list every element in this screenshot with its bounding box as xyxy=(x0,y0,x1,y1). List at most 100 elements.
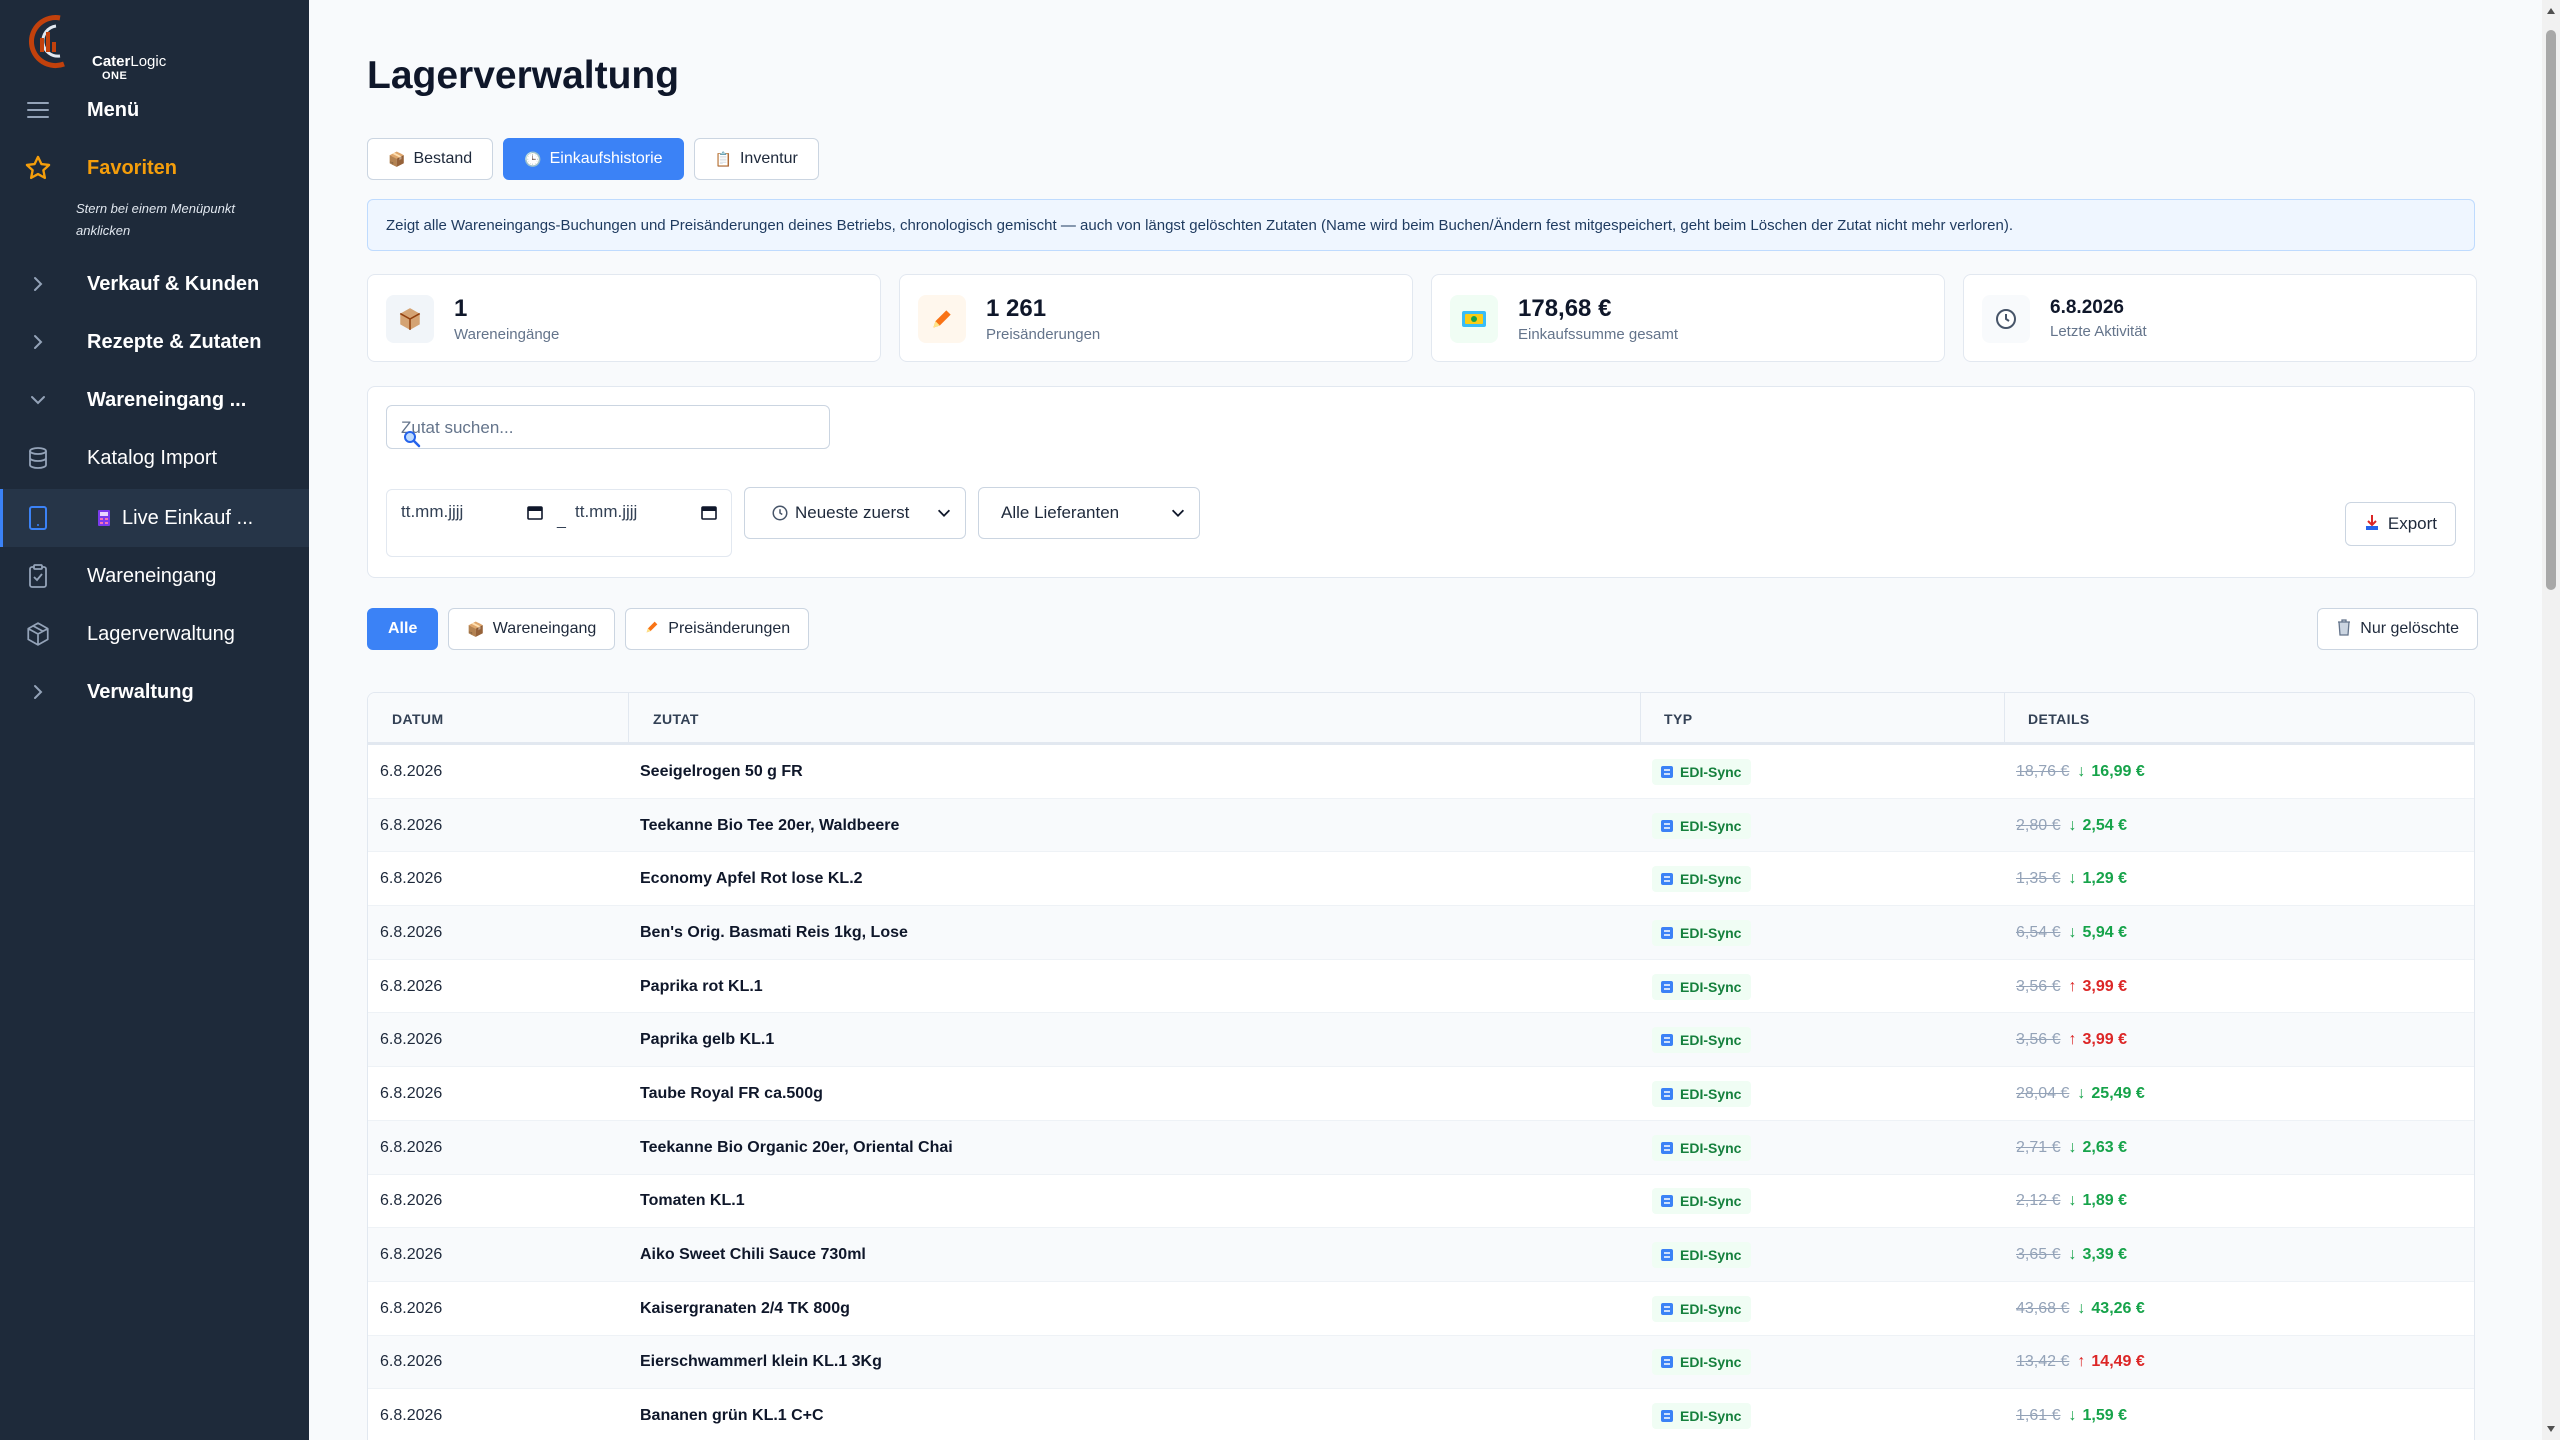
cell-type: EDI-Sync xyxy=(1652,1389,1752,1440)
cell-ingredient: Tomaten KL.1 xyxy=(640,1192,745,1210)
cell-ingredient: Teekanne Bio Organic 20er, Oriental Chai xyxy=(640,1138,953,1156)
type-badge-label: EDI-Sync xyxy=(1680,763,1742,780)
table-row[interactable]: 6.8.2026 Teekanne Bio Organic 20er, Orien… xyxy=(368,1120,2474,1175)
price-arrow-icon: ↓ xyxy=(2068,1192,2077,1210)
tab-inventur[interactable]: 📋 Inventur xyxy=(693,138,819,180)
hamburger-icon xyxy=(24,96,52,124)
cell-ingredient: Paprika gelb KL.1 xyxy=(640,1031,775,1049)
export-button[interactable]: Export xyxy=(2344,502,2456,546)
cell-type: EDI-Sync xyxy=(1652,1175,1752,1229)
table-row[interactable]: 6.8.2026 Paprika gelb KL.1 EDI-Sync 3,56 € ↑… xyxy=(368,1013,2474,1068)
price-arrow-icon: ↓ xyxy=(2068,870,2077,888)
sidebar-item-katalog-import[interactable]: Katalog Import xyxy=(0,429,309,487)
chip-alle[interactable]: Alle xyxy=(367,608,439,650)
old-price: 1,35 € xyxy=(2016,870,2061,888)
table-row[interactable]: 6.8.2026 Paprika rot KL.1 EDI-Sync 3,56 € ↑ 3… xyxy=(368,960,2474,1014)
sidebar-item-verwaltung[interactable]: Verwaltung xyxy=(0,663,309,721)
date-to-input[interactable]: tt.mm.jjjj xyxy=(575,502,637,522)
new-price: 3,99 € xyxy=(2082,1031,2127,1049)
cell-details: 3,65 € ↓ 3,39 € xyxy=(2016,1228,2127,1282)
column-header-typ[interactable]: TYP xyxy=(1664,693,1692,745)
column-header-details[interactable]: DETAILS xyxy=(2028,693,2090,745)
register-icon xyxy=(95,504,113,532)
type-badge: EDI-Sync xyxy=(1652,758,1752,785)
sidebar-item-favorites[interactable]: Favoriten xyxy=(0,139,309,197)
sidebar-item-verkauf[interactable]: Verkauf & Kunden xyxy=(0,255,309,313)
column-divider xyxy=(2004,693,2005,745)
sort-select-value: Neueste zuerst xyxy=(795,503,910,522)
clipboard-icon: 📋 xyxy=(714,150,732,167)
pencil-icon xyxy=(918,295,966,343)
table-row[interactable]: 6.8.2026 Seeigelrogen 50 g FR EDI-Sync 18,7… xyxy=(368,745,2474,799)
tab-bestand[interactable]: 📦 Bestand xyxy=(367,138,494,180)
table-row[interactable]: 6.8.2026 Economy Apfel Rot lose KL.2 EDI-S… xyxy=(368,852,2474,907)
cell-details: 13,42 € ↑ 14,49 € xyxy=(2016,1336,2145,1390)
scroll-down-icon[interactable] xyxy=(2546,1424,2556,1434)
cell-ingredient: Taube Royal FR ca.500g xyxy=(640,1084,823,1102)
date-separator: _ xyxy=(557,512,566,529)
column-header-datum[interactable]: DATUM xyxy=(392,693,444,745)
box-icon xyxy=(24,620,52,648)
supplier-select[interactable]: Alle Lieferanten xyxy=(978,487,1200,539)
new-price: 43,26 € xyxy=(2091,1299,2145,1317)
date-range: tt.mm.jjjj _ tt.mm.jjjj xyxy=(386,489,732,557)
table-row[interactable]: 6.8.2026 Ben's Orig. Basmati Reis 1kg, Lo… xyxy=(368,906,2474,960)
column-header-zutat[interactable]: ZUTAT xyxy=(653,693,699,745)
table-row[interactable]: 6.8.2026 Teekanne Bio Tee 20er, Waldbeere… xyxy=(368,798,2474,853)
sort-select[interactable]: Neueste zuerst xyxy=(744,487,966,539)
cell-type: EDI-Sync xyxy=(1652,1121,1752,1175)
sidebar-item-rezepte[interactable]: Rezepte & Zutaten xyxy=(0,313,309,371)
sidebar-item-label: Katalog Import xyxy=(87,446,218,469)
cell-date: 6.8.2026 xyxy=(380,1084,443,1102)
table-row[interactable]: 6.8.2026 Eierschwammerl klein KL.1 3Kg EDI… xyxy=(368,1335,2474,1390)
table-row[interactable]: 6.8.2026 Taube Royal FR ca.500g EDI-Sync 28… xyxy=(368,1067,2474,1121)
cell-details: 2,12 € ↓ 1,89 € xyxy=(2016,1175,2127,1229)
table-row[interactable]: 6.8.2026 Bananen grün KL.1 C+C EDI-Sync 1,6… xyxy=(368,1389,2474,1440)
price-arrow-icon: ↓ xyxy=(2077,1084,2086,1102)
tab-einkaufshistorie[interactable]: 🕒 Einkaufshistorie xyxy=(503,138,684,180)
cell-ingredient: Kaisergranaten 2/4 TK 800g xyxy=(640,1299,850,1317)
sidebar-item-live-einkauf[interactable]: Live Einkauf ... xyxy=(0,489,309,547)
page-scrollbar[interactable] xyxy=(2542,0,2560,1440)
sync-icon xyxy=(1661,1302,1673,1315)
table-row[interactable]: 6.8.2026 Tomaten KL.1 EDI-Sync 2,12 € ↓ 1,89 … xyxy=(368,1175,2474,1229)
search-input[interactable]: Zutat suchen... xyxy=(386,405,830,449)
sidebar-item-lagerverwaltung[interactable]: Lagerverwaltung xyxy=(0,605,309,663)
tab-label: Inventur xyxy=(739,150,798,167)
chip-wareneingang[interactable]: 📦 Wareneingang xyxy=(448,608,616,650)
table-row[interactable]: 6.8.2026 Kaisergranaten 2/4 TK 800g EDI-Sy… xyxy=(368,1282,2474,1336)
chip-preisaenderungen[interactable]: Preisänderungen xyxy=(625,608,810,650)
calendar-icon[interactable] xyxy=(527,504,543,525)
chevron-down-icon xyxy=(935,504,953,527)
chevron-down-icon xyxy=(24,386,52,414)
scrollbar-thumb[interactable] xyxy=(2546,30,2556,590)
stat-card-einkaufssumme: 178,68 € Einkaufssumme gesamt xyxy=(1431,274,1945,362)
table-header: DATUM ZUTAT TYP DETAILS xyxy=(368,693,2474,745)
table-row[interactable]: 6.8.2026 Aiko Sweet Chili Sauce 730ml EDI-… xyxy=(368,1228,2474,1282)
cell-type: EDI-Sync xyxy=(1652,906,1752,960)
menu-toggle[interactable]: Menü xyxy=(0,81,309,139)
table-body: 6.8.2026 Seeigelrogen 50 g FR EDI-Sync 18,7… xyxy=(368,745,2474,1440)
brand-logo[interactable]: CaterLogic ONE xyxy=(26,12,167,82)
favorites-hint: Stern bei einem Menüpunkt anklicken xyxy=(76,201,235,238)
sidebar-item-wareneingang-group[interactable]: Wareneingang ... xyxy=(0,371,309,429)
cell-date: 6.8.2026 xyxy=(380,1299,443,1317)
new-price: 2,54 € xyxy=(2082,816,2127,834)
clock-icon: 🕒 xyxy=(524,150,542,167)
old-price: 3,56 € xyxy=(2016,1031,2061,1049)
sidebar-item-label: Wareneingang xyxy=(87,564,217,587)
cell-date: 6.8.2026 xyxy=(380,923,443,941)
date-from-input[interactable]: tt.mm.jjjj xyxy=(401,502,463,522)
cell-ingredient: Seeigelrogen 50 g FR xyxy=(640,762,803,780)
new-price: 1,89 € xyxy=(2082,1192,2127,1210)
sidebar-item-wareneingang[interactable]: Wareneingang xyxy=(0,547,309,605)
price-arrow-icon: ↓ xyxy=(2068,816,2077,834)
calendar-icon[interactable] xyxy=(701,504,717,525)
deleted-only-button[interactable]: Nur gelöschte xyxy=(2317,608,2478,650)
brand-name: CaterLogic xyxy=(92,53,167,70)
sync-icon xyxy=(1661,819,1673,832)
cell-details: 1,35 € ↓ 1,29 € xyxy=(2016,852,2127,906)
new-price: 14,49 € xyxy=(2091,1353,2145,1371)
sync-icon xyxy=(1661,1195,1673,1208)
scroll-up-icon[interactable] xyxy=(2546,6,2556,16)
